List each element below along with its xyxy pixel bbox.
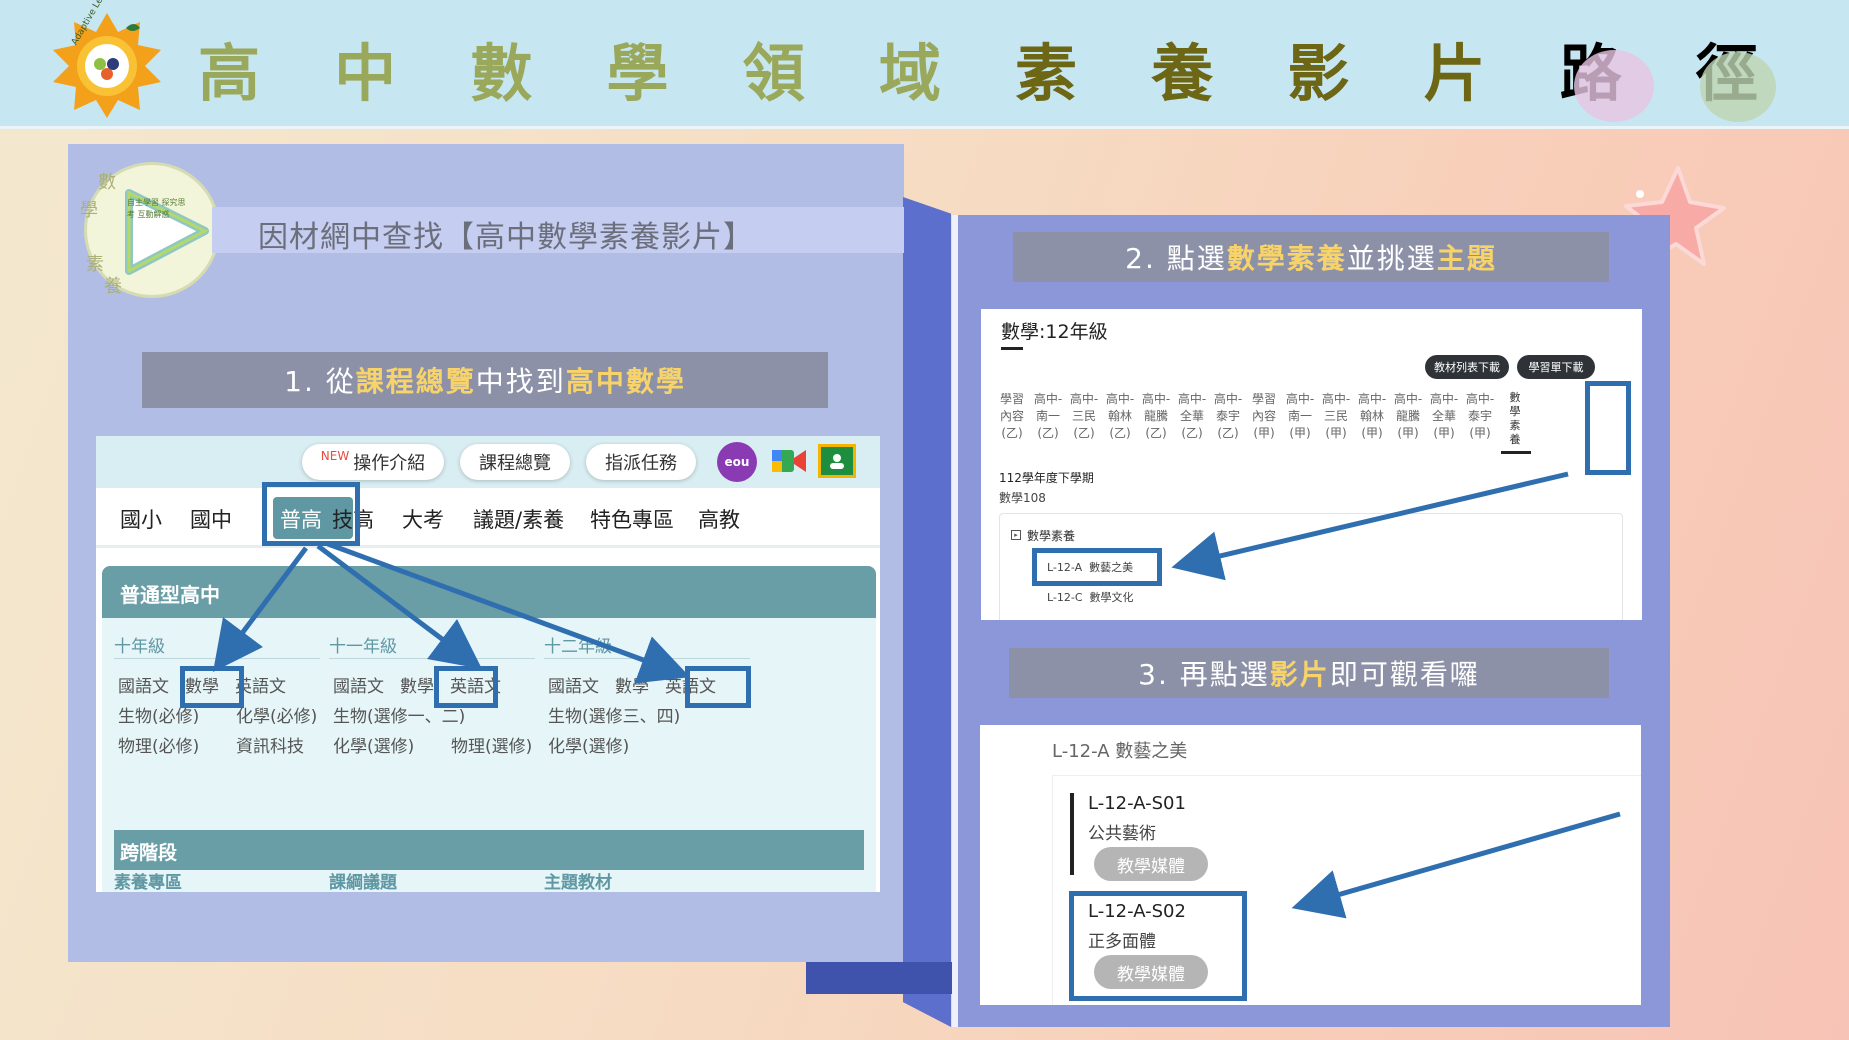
- arrows-right: [1171, 471, 1621, 919]
